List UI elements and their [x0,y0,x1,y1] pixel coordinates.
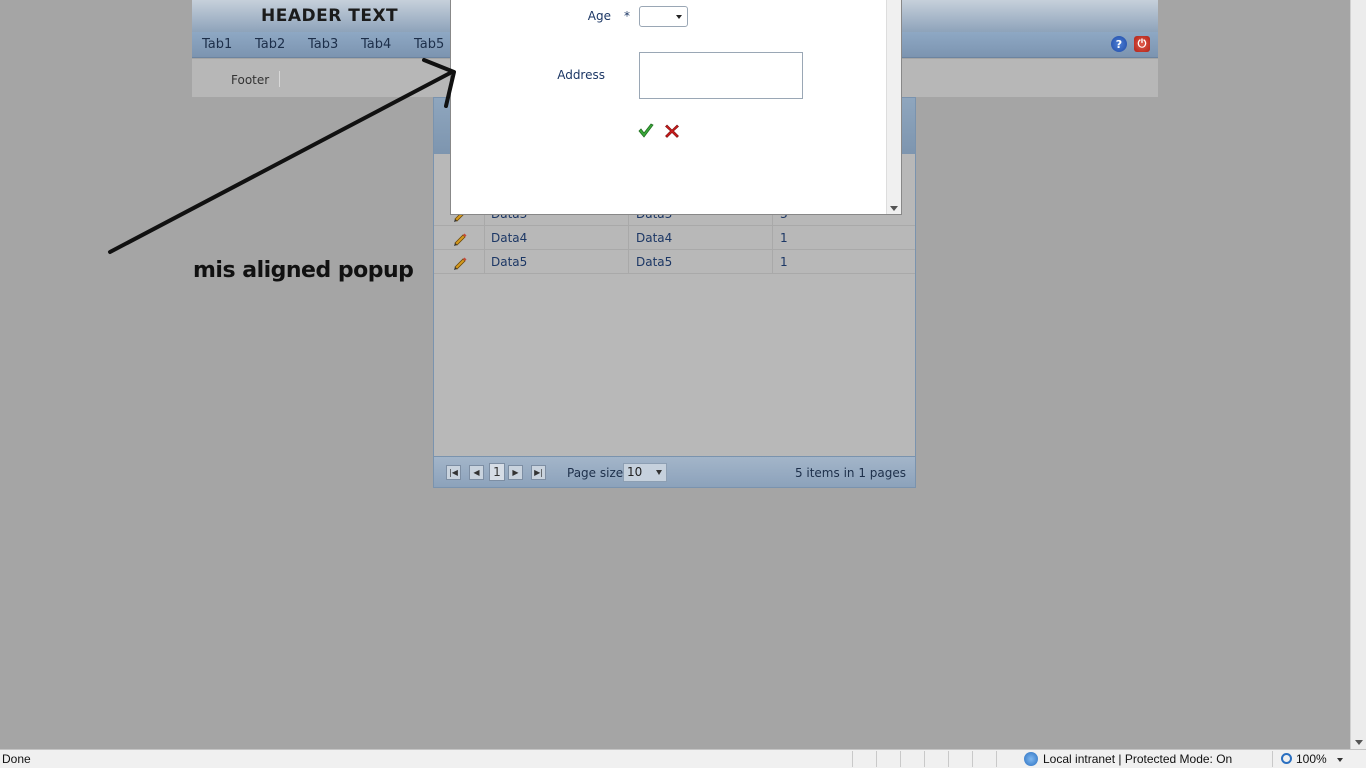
tab-4[interactable]: Tab4 [361,37,391,52]
chevron-down-icon [676,15,682,19]
help-icon[interactable]: ? [1111,36,1127,52]
header-title: HEADER TEXT [261,6,399,26]
popup-scrollbar[interactable] [886,0,901,214]
page-scrollbar[interactable] [1350,0,1366,749]
grid-cell: Data4 [491,231,528,245]
grid-divider [772,226,773,250]
status-divider [852,751,872,767]
edit-popup: Age * Address [450,0,902,215]
last-page-icon[interactable]: ▶| [531,465,546,480]
zoom-icon [1281,753,1292,764]
address-label: Address [557,68,605,82]
tab-5[interactable]: Tab5 [414,37,444,52]
status-divider [972,751,992,767]
scroll-down-icon[interactable] [890,206,898,211]
status-text: Done [2,752,31,766]
page-size-value: 10 [627,465,643,479]
power-icon[interactable]: ⏻ [1134,36,1150,52]
status-divider [948,751,968,767]
grid-divider [772,250,773,274]
zoom-level[interactable]: 100% [1296,752,1327,766]
age-label: Age [587,9,611,23]
footer-divider [279,71,280,87]
browser-status-bar: Done Local intranet | Protected Mode: On… [0,749,1366,768]
checkmark-icon[interactable] [637,122,655,140]
annotation-label: mis aligned popup [193,258,414,283]
page-size-label: Page size: [567,466,628,480]
table-row[interactable]: Data5 Data5 1 [434,250,915,274]
pencil-icon[interactable] [452,230,468,246]
status-divider [996,751,1016,767]
items-info: 5 items in 1 pages [794,466,906,480]
status-divider [924,751,944,767]
pencil-icon[interactable] [452,254,468,270]
tab-3[interactable]: Tab3 [308,37,338,52]
current-page-button[interactable]: 1 [489,463,505,481]
grid-divider [484,226,485,250]
table-row[interactable]: Data4 Data4 1 [434,226,915,250]
security-zone[interactable]: Local intranet | Protected Mode: On [1043,752,1232,766]
first-page-icon[interactable]: |◀ [446,465,461,480]
grid-cell: Data5 [491,255,528,269]
scroll-down-icon[interactable] [1355,740,1363,745]
next-page-icon[interactable]: ▶ [508,465,523,480]
globe-icon [1024,752,1038,766]
cross-icon[interactable] [664,123,680,139]
footer-link[interactable]: Footer [231,73,269,87]
required-marker: * [624,9,630,23]
prev-page-icon[interactable]: ◀ [469,465,484,480]
grid-divider [628,250,629,274]
grid-cell: 1 [780,255,788,269]
chevron-down-icon[interactable] [1337,758,1343,762]
status-divider [876,751,896,767]
grid-cell: 1 [780,231,788,245]
grid-divider [484,250,485,274]
status-divider [900,751,920,767]
chevron-down-icon [656,470,662,475]
grid-cell: Data4 [636,231,673,245]
grid-pager: |◀ ◀ 1 ▶ ▶| Page size: 10 5 items in 1 p… [434,456,915,487]
age-select[interactable] [639,6,688,27]
tab-1[interactable]: Tab1 [202,37,232,52]
page-size-select[interactable]: 10 [623,463,667,482]
address-field[interactable] [639,52,803,99]
grid-divider [628,226,629,250]
tab-2[interactable]: Tab2 [255,37,285,52]
grid-cell: Data5 [636,255,673,269]
